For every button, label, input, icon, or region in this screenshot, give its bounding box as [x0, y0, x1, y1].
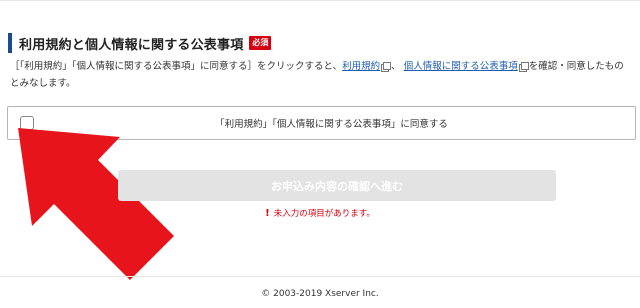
agreement-description: ［「利用規約」「個人情報に関する公表事項」に同意する］をクリックすると、利用規約… [10, 58, 626, 92]
confirm-submit-button[interactable]: お申込み内容の確認へ進む [118, 170, 556, 201]
copyright: © 2003-2019 Xserver Inc. [261, 289, 379, 299]
error-message: ! 未入力の項目があります。 [0, 207, 640, 219]
terms-link[interactable]: 利用規約 [342, 61, 380, 72]
description-separator: 、 [391, 61, 401, 72]
section-title: 利用規約と個人情報に関する公表事項 [19, 37, 244, 53]
red-arrow-icon [18, 128, 174, 280]
error-text: 未入力の項目があります。 [273, 209, 375, 219]
external-link-icon [381, 62, 392, 72]
section-heading: 利用規約と個人情報に関する公表事項 必須 [8, 33, 272, 53]
warning-icon: ! [265, 208, 270, 219]
external-link-icon [518, 62, 529, 72]
footer-divider [0, 276, 640, 277]
required-badge: 必須 [249, 36, 272, 50]
page: 利用規約と個人情報に関する公表事項 必須 ［「利用規約」「個人情報に関する公表事… [0, 0, 640, 308]
top-divider [0, 0, 640, 1]
description-text-1: ［「利用規約」「個人情報に関する公表事項」に同意する］をクリックすると、 [10, 61, 343, 72]
privacy-link[interactable]: 個人情報に関する公表事項 [404, 61, 518, 72]
